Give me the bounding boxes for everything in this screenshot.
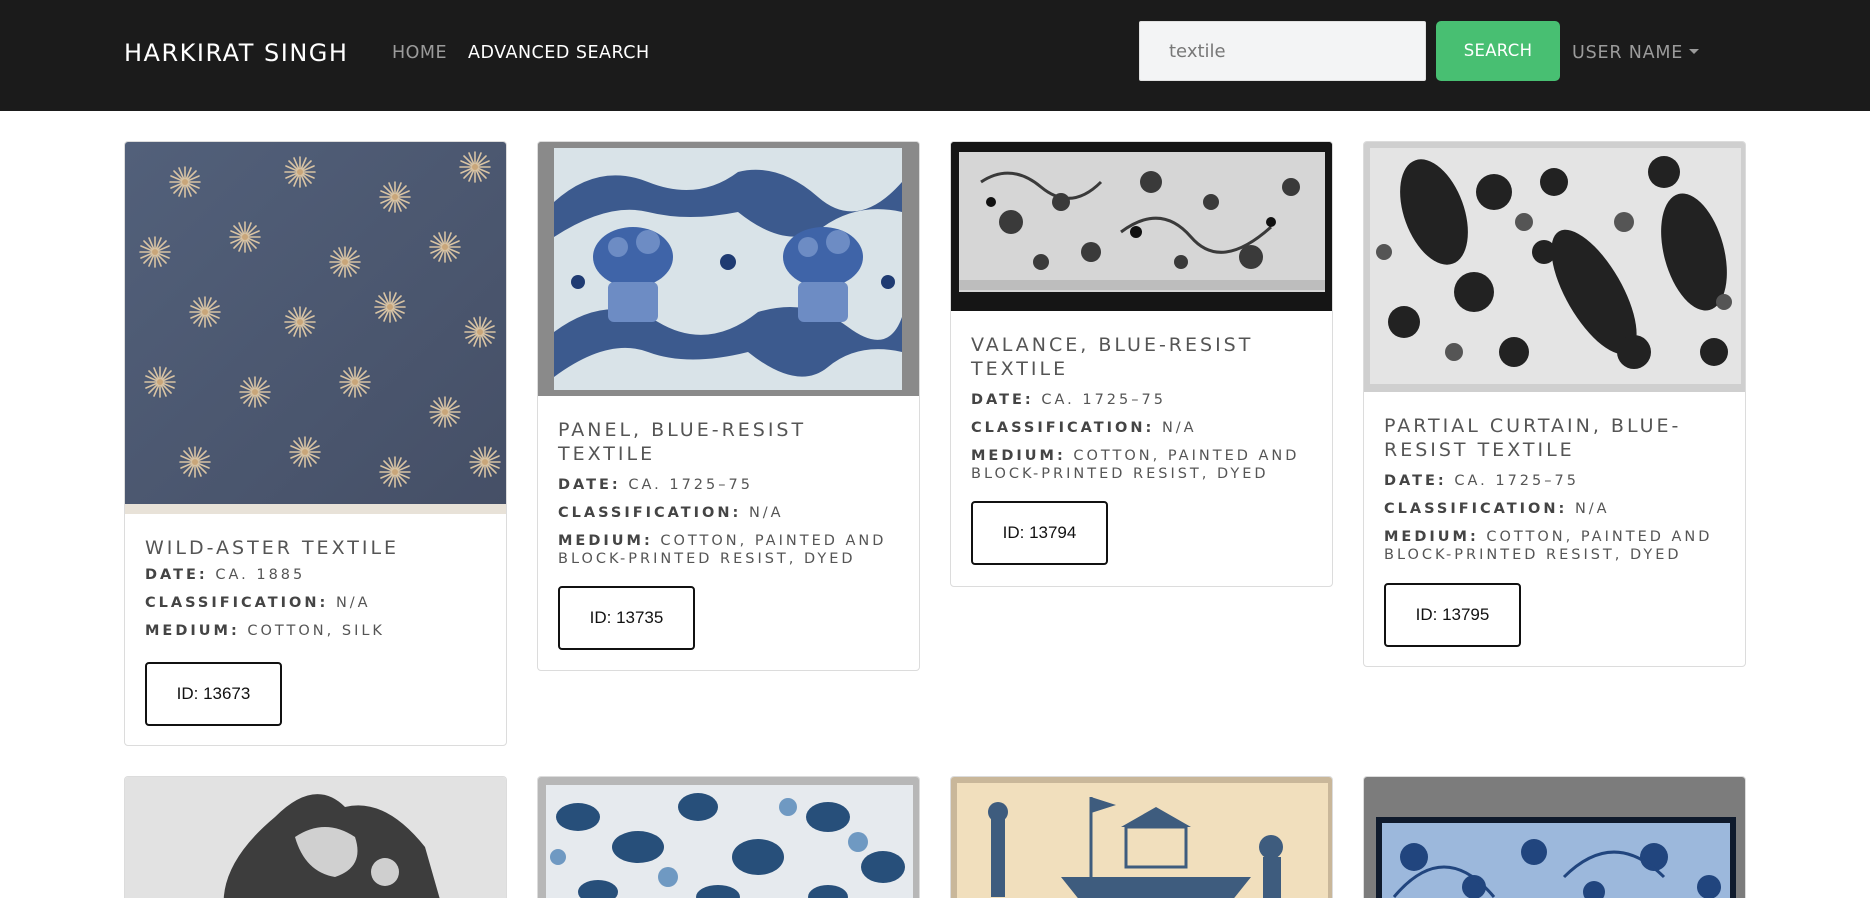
artwork-card <box>124 776 507 898</box>
artwork-image <box>125 777 506 898</box>
brand-logo[interactable]: HARKIRAT SINGH <box>124 39 348 67</box>
classification-label: CLASSIFICATION: <box>971 420 1155 436</box>
user-menu-label: USER NAME <box>1572 43 1684 63</box>
artwork-image <box>538 777 919 898</box>
artwork-image <box>125 142 506 514</box>
user-menu-dropdown[interactable]: USER NAME <box>1572 43 1700 63</box>
artwork-medium: MEDIUM: COTTON, PAINTED AND BLOCK-PRINTE… <box>1384 528 1725 564</box>
classification-value: N/A <box>1574 501 1610 517</box>
date-value: CA. 1725–75 <box>628 477 753 493</box>
classification-label: CLASSIFICATION: <box>558 505 742 521</box>
classification-value: N/A <box>1161 420 1197 436</box>
medium-label: MEDIUM: <box>1384 529 1479 545</box>
artwork-classification: CLASSIFICATION: N/A <box>558 504 899 522</box>
artwork-image <box>1364 777 1745 898</box>
classification-label: CLASSIFICATION: <box>145 595 329 611</box>
artwork-id-button[interactable]: ID: 13794 <box>971 501 1108 565</box>
artwork-medium: MEDIUM: COTTON, PAINTED AND BLOCK-PRINTE… <box>558 532 899 568</box>
artwork-classification: CLASSIFICATION: N/A <box>145 594 486 612</box>
medium-label: MEDIUM: <box>145 623 240 639</box>
medium-label: MEDIUM: <box>971 448 1066 464</box>
artwork-image <box>951 777 1332 898</box>
artwork-card <box>537 776 920 898</box>
date-label: DATE: <box>1384 473 1447 489</box>
artwork-classification: CLASSIFICATION: N/A <box>971 419 1312 437</box>
caret-down-icon <box>1689 49 1700 54</box>
medium-label: MEDIUM: <box>558 533 653 549</box>
artwork-image <box>1364 142 1745 392</box>
artwork-medium: MEDIUM: COTTON, PAINTED AND BLOCK-PRINTE… <box>971 447 1312 483</box>
classification-value: N/A <box>335 595 371 611</box>
artwork-title: WILD-ASTER TEXTILE <box>145 537 400 559</box>
artwork-id-button[interactable]: ID: 13735 <box>558 586 695 650</box>
artwork-card <box>1363 776 1746 898</box>
artwork-card: WILD-ASTER TEXTILE DATE: CA. 1885 CLASSI… <box>124 141 507 746</box>
artwork-title: PANEL, BLUE-RESIST TEXTILE <box>558 419 807 465</box>
artwork-date: DATE: CA. 1725–75 <box>971 391 1312 409</box>
date-label: DATE: <box>558 477 621 493</box>
artwork-title: VALANCE, BLUE-RESIST TEXTILE <box>971 334 1254 380</box>
nav-advanced-search-link[interactable]: ADVANCED SEARCH <box>468 43 650 63</box>
classification-label: CLASSIFICATION: <box>1384 501 1568 517</box>
artwork-date: DATE: CA. 1725–75 <box>558 476 899 494</box>
artwork-id-button[interactable]: ID: 13795 <box>1384 583 1521 647</box>
artwork-medium: MEDIUM: COTTON, SILK <box>145 622 486 640</box>
date-label: DATE: <box>971 392 1034 408</box>
artwork-image <box>951 142 1332 311</box>
date-value: CA. 1725–75 <box>1041 392 1166 408</box>
artwork-date: DATE: CA. 1725–75 <box>1384 472 1725 490</box>
artwork-card: VALANCE, BLUE-RESIST TEXTILE DATE: CA. 1… <box>950 141 1333 587</box>
date-value: CA. 1885 <box>215 567 306 583</box>
navbar: HARKIRAT SINGH HOME ADVANCED SEARCH SEAR… <box>0 0 1870 111</box>
date-value: CA. 1725–75 <box>1454 473 1579 489</box>
artwork-classification: CLASSIFICATION: N/A <box>1384 500 1725 518</box>
artwork-image <box>538 142 919 396</box>
nav-home-link[interactable]: HOME <box>392 43 447 63</box>
artwork-date: DATE: CA. 1885 <box>145 566 486 584</box>
artwork-title: PARTIAL CURTAIN, BLUE-RESIST TEXTILE <box>1384 415 1682 461</box>
artwork-id-button[interactable]: ID: 13673 <box>145 662 282 726</box>
artwork-card: PANEL, BLUE-RESIST TEXTILE DATE: CA. 172… <box>537 141 920 671</box>
classification-value: N/A <box>748 505 784 521</box>
search-input[interactable] <box>1139 21 1426 81</box>
date-label: DATE: <box>145 567 208 583</box>
medium-value: COTTON, SILK <box>247 623 385 639</box>
artwork-card: PARTIAL CURTAIN, BLUE-RESIST TEXTILE DAT… <box>1363 141 1746 667</box>
search-button[interactable]: SEARCH <box>1436 21 1560 81</box>
artwork-card <box>950 776 1333 898</box>
